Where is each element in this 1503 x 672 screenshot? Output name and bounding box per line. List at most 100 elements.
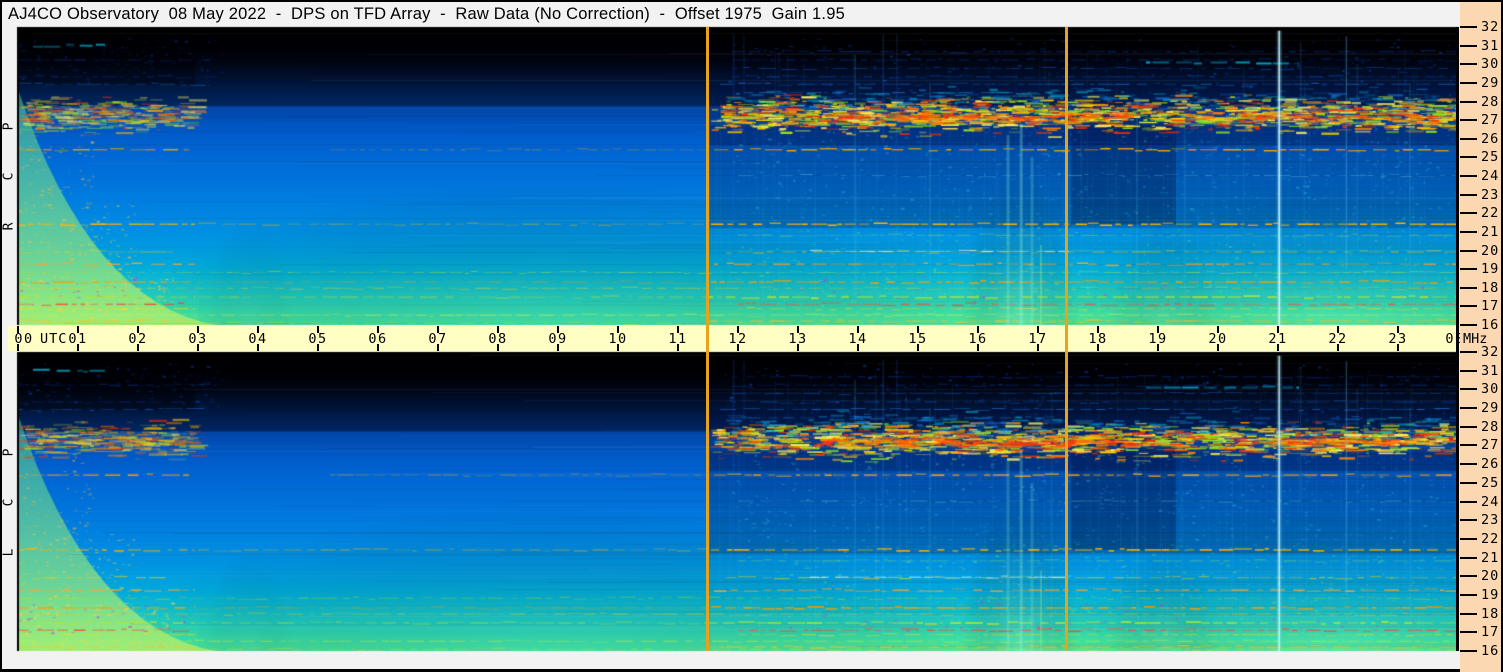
freq-tick bbox=[1460, 100, 1477, 103]
freq-label: 25 bbox=[1481, 149, 1500, 166]
time-label: 10 bbox=[608, 331, 628, 347]
freq-label: 22 bbox=[1481, 530, 1500, 547]
freq-tick bbox=[1460, 519, 1477, 522]
time-label: 12 bbox=[728, 331, 748, 347]
time-label: 07 bbox=[428, 331, 448, 347]
freq-label: 31 bbox=[1481, 362, 1500, 379]
freq-label: 29 bbox=[1481, 400, 1500, 417]
freq-tick bbox=[1460, 388, 1477, 391]
freq-tick bbox=[1460, 425, 1477, 428]
time-label: 04 bbox=[248, 331, 268, 347]
time-label: 02 bbox=[128, 331, 148, 347]
freq-tick bbox=[1460, 286, 1477, 289]
freq-label: 31 bbox=[1481, 37, 1500, 54]
time-label: 17 bbox=[1028, 331, 1048, 347]
freq-label: 28 bbox=[1481, 93, 1500, 110]
utc-axis-label: UTC bbox=[40, 331, 68, 347]
time-label: 05 bbox=[308, 331, 328, 347]
freq-label: 17 bbox=[1481, 624, 1500, 641]
freq-tick bbox=[1460, 500, 1477, 503]
time-label: 22 bbox=[1328, 331, 1348, 347]
time-label: 01 bbox=[68, 331, 88, 347]
freq-tick bbox=[1460, 137, 1477, 140]
freq-label: 16 bbox=[1481, 643, 1500, 659]
freq-label: 26 bbox=[1481, 130, 1500, 147]
freq-label: 29 bbox=[1481, 74, 1500, 91]
freq-label: 18 bbox=[1481, 605, 1500, 622]
freq-label: 19 bbox=[1481, 586, 1500, 603]
time-label: 16 bbox=[968, 331, 988, 347]
freq-label: 19 bbox=[1481, 261, 1500, 278]
freq-tick bbox=[1460, 631, 1477, 634]
freq-tick bbox=[1460, 369, 1477, 372]
freq-tick bbox=[1460, 444, 1477, 447]
freq-label: 30 bbox=[1481, 381, 1500, 398]
freq-tick bbox=[1460, 556, 1477, 559]
freq-label: 28 bbox=[1481, 418, 1500, 435]
time-label: 19 bbox=[1148, 331, 1168, 347]
time-label: 09 bbox=[548, 331, 568, 347]
freq-label: 22 bbox=[1481, 205, 1500, 222]
freq-label: 16 bbox=[1481, 317, 1500, 333]
time-label: 15 bbox=[908, 331, 928, 347]
freq-label: 23 bbox=[1481, 512, 1500, 529]
time-label: 03 bbox=[188, 331, 208, 347]
freq-label: 24 bbox=[1481, 168, 1500, 184]
time-label: 08 bbox=[488, 331, 508, 347]
time-label: 23 bbox=[1388, 331, 1408, 347]
freq-label: 20 bbox=[1481, 242, 1500, 259]
freq-label: 32 bbox=[1481, 19, 1500, 35]
time-label: 20 bbox=[1208, 331, 1228, 347]
frame-border-left bbox=[0, 0, 2, 672]
time-label: 11 bbox=[668, 331, 688, 347]
freq-label: 32 bbox=[1481, 344, 1500, 360]
freq-tick bbox=[1460, 193, 1477, 196]
time-label: 13 bbox=[788, 331, 808, 347]
freq-tick bbox=[1460, 81, 1477, 84]
freq-label: 21 bbox=[1481, 549, 1500, 566]
time-label: 14 bbox=[848, 331, 868, 347]
spectrogram-app-window: AJ4CO Observatory 08 May 2022 - DPS on T… bbox=[0, 0, 1503, 672]
freq-tick bbox=[1460, 593, 1477, 596]
panel-right-border bbox=[1456, 27, 1459, 651]
event-marker-line bbox=[706, 27, 709, 651]
freq-tick bbox=[1460, 407, 1477, 410]
freq-label: 24 bbox=[1481, 493, 1500, 510]
freq-tick bbox=[1460, 324, 1477, 326]
freq-tick bbox=[1460, 351, 1477, 353]
freq-label: 23 bbox=[1481, 186, 1500, 203]
page-title: AJ4CO Observatory 08 May 2022 - DPS on T… bbox=[8, 5, 845, 23]
frequency-axis: MHz 32 31 30 29 28 27 26 25 24 23 22 21 20 19 18 17 16 32… bbox=[1460, 0, 1503, 672]
polarization-label-lcp: PCL bbox=[1, 448, 17, 556]
time-label: 21 bbox=[1268, 331, 1288, 347]
freq-label: 26 bbox=[1481, 456, 1500, 473]
freq-tick bbox=[1460, 119, 1477, 122]
freq-tick bbox=[1460, 268, 1477, 271]
freq-tick bbox=[1460, 537, 1477, 540]
freq-label: 18 bbox=[1481, 279, 1500, 296]
freq-tick bbox=[1460, 481, 1477, 484]
time-label: 06 bbox=[368, 331, 388, 347]
freq-tick bbox=[1460, 249, 1477, 252]
time-label: 18 bbox=[1088, 331, 1108, 347]
freq-tick bbox=[1460, 175, 1477, 177]
freq-label: 21 bbox=[1481, 223, 1500, 240]
frame-border-top bbox=[0, 0, 1503, 2]
freq-label: 20 bbox=[1481, 568, 1500, 585]
freq-tick bbox=[1460, 44, 1477, 47]
freq-tick bbox=[1460, 612, 1477, 615]
freq-tick bbox=[1460, 650, 1477, 652]
freq-label: 27 bbox=[1481, 437, 1500, 454]
freq-label: 25 bbox=[1481, 474, 1500, 491]
freq-tick bbox=[1460, 230, 1477, 233]
freq-tick bbox=[1460, 156, 1477, 159]
time-axis: UTC 00 01 02 03 04 05 06 07 08 09 10 11 12 13 14 15 16 17… bbox=[8, 326, 1463, 351]
freq-tick bbox=[1460, 463, 1477, 466]
freq-label: 27 bbox=[1481, 112, 1500, 129]
freq-label: 30 bbox=[1481, 56, 1500, 73]
event-marker-line bbox=[1065, 27, 1068, 651]
freq-tick bbox=[1460, 305, 1477, 308]
freq-tick bbox=[1460, 26, 1477, 28]
freq-tick bbox=[1460, 212, 1477, 215]
time-label: 00 bbox=[14, 331, 34, 347]
